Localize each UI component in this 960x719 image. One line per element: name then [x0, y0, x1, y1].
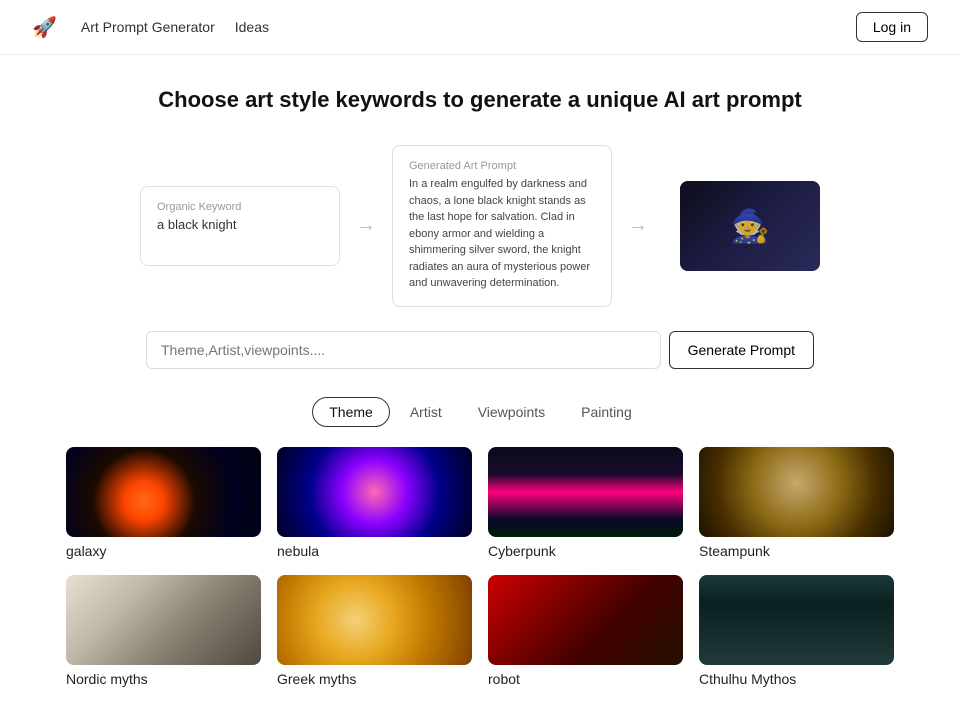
grid-item-robot[interactable]: robot	[488, 575, 683, 687]
grid-item-cthulhu-label: Cthulhu Mythos	[699, 671, 894, 687]
navbar: 🚀 Art Prompt Generator Ideas Log in	[0, 0, 960, 55]
organic-keyword-card: Organic Keyword a black knight	[140, 186, 340, 266]
search-input[interactable]	[146, 331, 661, 369]
grid-item-nordic-image	[66, 575, 261, 665]
demo-result-image	[680, 181, 820, 271]
generated-label: Generated Art Prompt	[409, 160, 595, 172]
demo-section: Organic Keyword a black knight → Generat…	[50, 133, 910, 331]
organic-label: Organic Keyword	[157, 201, 323, 213]
grid-item-cthulhu-image	[699, 575, 894, 665]
grid-item-nordic[interactable]: Nordic myths	[66, 575, 261, 687]
grid-item-nebula-image	[277, 447, 472, 537]
grid-item-nordic-label: Nordic myths	[66, 671, 261, 687]
grid-item-robot-label: robot	[488, 671, 683, 687]
grid-item-cthulhu[interactable]: Cthulhu Mythos	[699, 575, 894, 687]
nav-links: Art Prompt Generator Ideas	[81, 19, 269, 35]
hero-section: Choose art style keywords to generate a …	[0, 55, 960, 133]
organic-text: a black knight	[157, 217, 323, 232]
arrow-icon-2: →	[612, 214, 664, 237]
grid-item-cyberpunk-label: Cyberpunk	[488, 543, 683, 559]
grid-item-galaxy[interactable]: galaxy	[66, 447, 261, 559]
arrow-icon-1: →	[340, 214, 392, 237]
tab-viewpoints[interactable]: Viewpoints	[462, 397, 561, 427]
nav-left: 🚀 Art Prompt Generator Ideas	[32, 15, 269, 40]
nav-link-generator[interactable]: Art Prompt Generator	[81, 19, 215, 35]
demo-image-placeholder	[680, 181, 820, 271]
nav-link-ideas[interactable]: Ideas	[235, 19, 269, 35]
grid-item-cyberpunk[interactable]: Cyberpunk	[488, 447, 683, 559]
grid-item-steampunk[interactable]: Steampunk	[699, 447, 894, 559]
grid-item-greek[interactable]: Greek myths	[277, 575, 472, 687]
rocket-icon: 🚀	[32, 15, 57, 40]
generated-text: In a realm engulfed by darkness and chao…	[409, 176, 595, 292]
grid-item-steampunk-image	[699, 447, 894, 537]
grid-item-cyberpunk-image	[488, 447, 683, 537]
generated-prompt-card: Generated Art Prompt In a realm engulfed…	[392, 145, 612, 307]
grid-item-steampunk-label: Steampunk	[699, 543, 894, 559]
tab-theme[interactable]: Theme	[312, 397, 390, 427]
theme-grid: galaxy nebula Cyberpunk Steampunk Nordic…	[50, 447, 910, 719]
tab-artist[interactable]: Artist	[394, 397, 458, 427]
grid-item-galaxy-label: galaxy	[66, 543, 261, 559]
hero-title: Choose art style keywords to generate a …	[16, 87, 944, 113]
grid-item-greek-label: Greek myths	[277, 671, 472, 687]
grid-item-nebula[interactable]: nebula	[277, 447, 472, 559]
grid-item-nebula-label: nebula	[277, 543, 472, 559]
nav-logo: 🚀	[32, 15, 57, 40]
grid-item-greek-image	[277, 575, 472, 665]
grid-item-robot-image	[488, 575, 683, 665]
generate-prompt-button[interactable]: Generate Prompt	[669, 331, 814, 369]
login-button[interactable]: Log in	[856, 12, 928, 42]
search-section: Generate Prompt	[130, 331, 830, 369]
grid-item-galaxy-image	[66, 447, 261, 537]
tab-painting[interactable]: Painting	[565, 397, 648, 427]
tabs-section: Theme Artist Viewpoints Painting	[0, 397, 960, 427]
